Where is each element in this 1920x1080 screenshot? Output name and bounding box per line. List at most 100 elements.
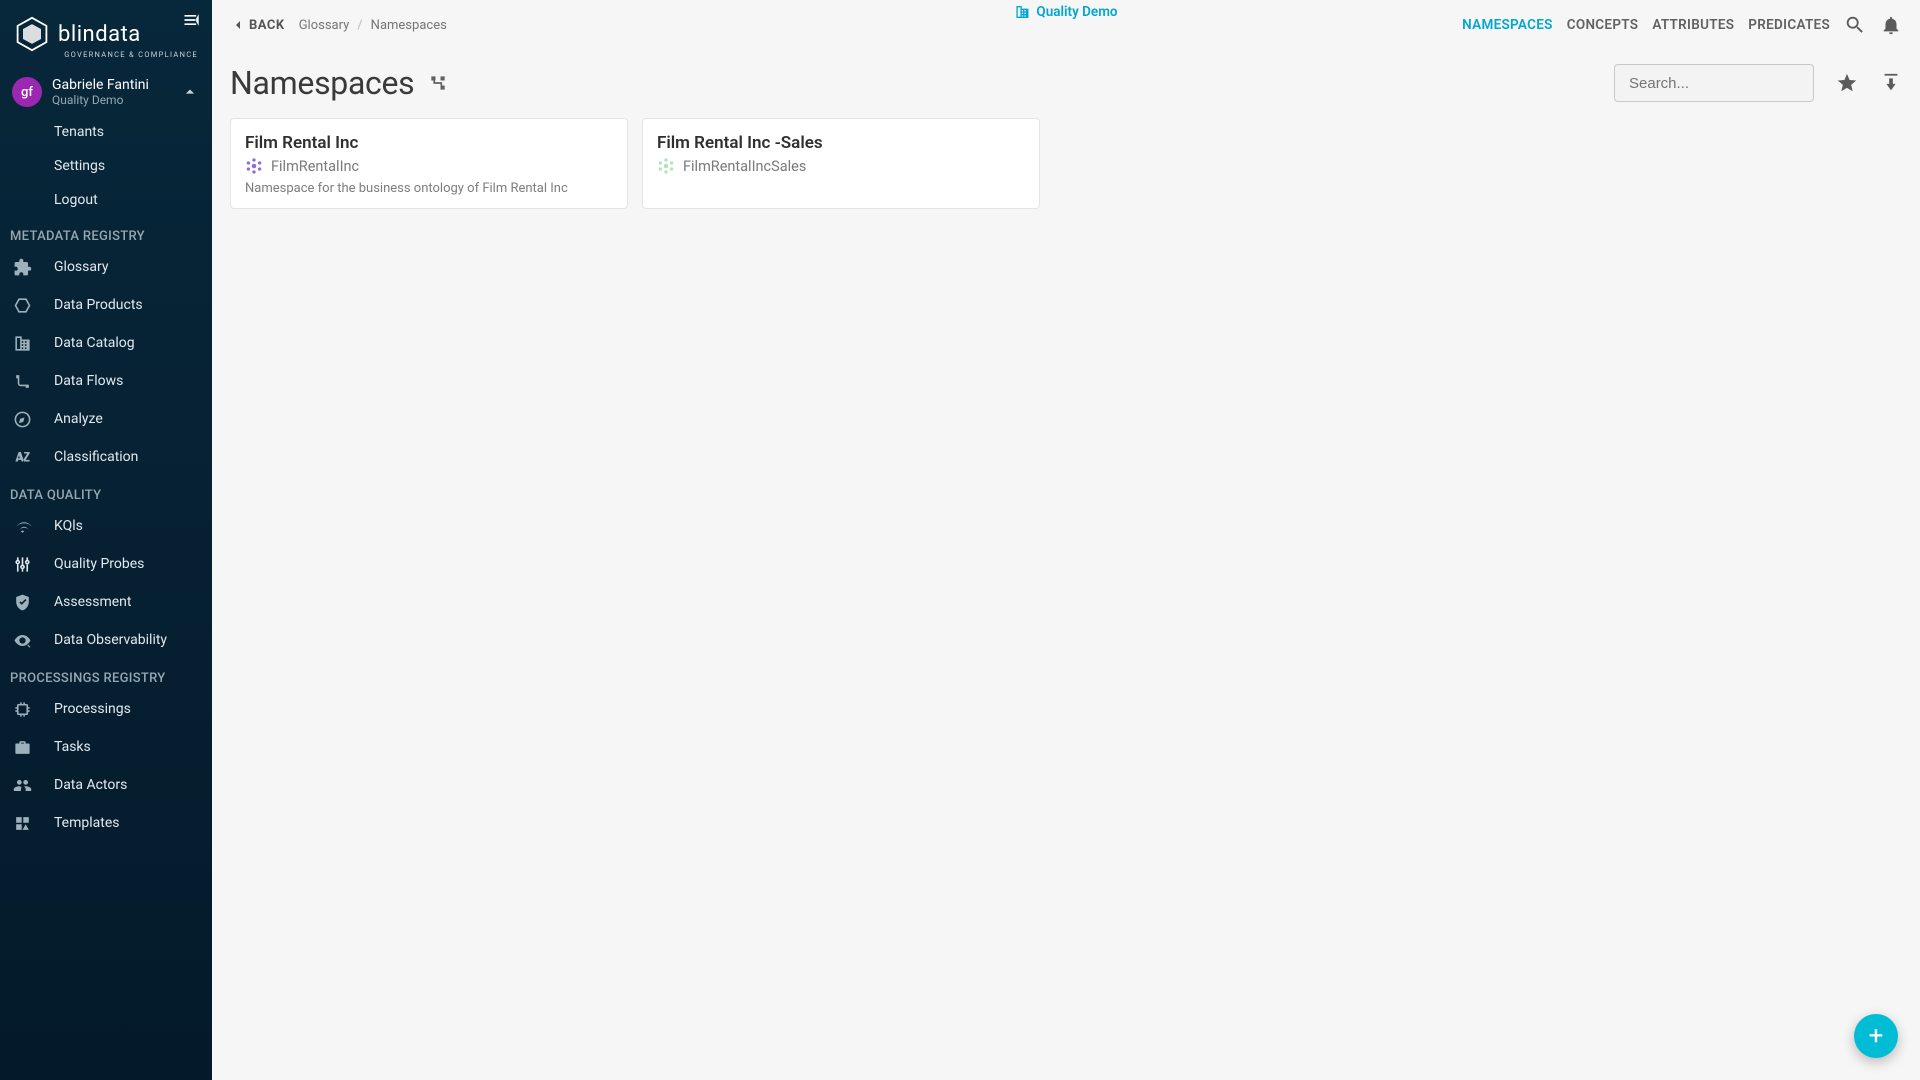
favorite-icon[interactable] xyxy=(1836,72,1858,94)
user-tenant: Quality Demo xyxy=(52,93,149,107)
search-box[interactable] xyxy=(1614,64,1814,102)
sidebar-item-tasks[interactable]: Tasks xyxy=(0,728,212,766)
sidebar-item-assessment[interactable]: Assessment xyxy=(0,583,212,621)
avatar: gf xyxy=(12,77,42,107)
nav-label: Data Products xyxy=(54,297,143,313)
section-label: METADATA REGISTRY xyxy=(0,217,212,248)
nav-label: Assessment xyxy=(54,594,131,610)
tune-icon xyxy=(12,554,32,574)
wifi-icon xyxy=(12,516,32,536)
sidebar-item-processings[interactable]: Processings xyxy=(0,690,212,728)
az-icon xyxy=(12,447,32,467)
tenant-badge-label: Quality Demo xyxy=(1036,4,1117,20)
templates-icon xyxy=(12,813,32,833)
sidebar-item-data-products[interactable]: Data Products xyxy=(0,286,212,324)
topnav-concepts[interactable]: CONCEPTS xyxy=(1567,17,1639,33)
namespace-hash-icon xyxy=(245,157,263,175)
nav-label: Data Flows xyxy=(54,373,123,389)
card-id: FilmRentalIncSales xyxy=(683,158,806,175)
chip-icon xyxy=(12,699,32,719)
people-icon xyxy=(12,775,32,795)
sidebar-item-kqls[interactable]: KQls xyxy=(0,507,212,545)
namespace-hash-icon xyxy=(657,157,675,175)
topbar: BACK Glossary / Namespaces Quality Demo … xyxy=(212,0,1920,46)
sidebar-item-classification[interactable]: Classification xyxy=(0,438,212,476)
topnav-namespaces[interactable]: NAMESPACES xyxy=(1462,17,1553,33)
user-name: Gabriele Fantini xyxy=(52,77,149,93)
namespace-card[interactable]: Film Rental Inc FilmRentalInc Namespace fo… xyxy=(230,118,628,209)
observe-icon xyxy=(12,630,32,650)
card-title: Film Rental Inc -Sales xyxy=(657,133,1025,153)
user-menu-logout[interactable]: Logout xyxy=(54,183,212,217)
nav-label: Classification xyxy=(54,449,138,465)
breadcrumb: Glossary / Namespaces xyxy=(299,18,447,33)
search-input[interactable] xyxy=(1629,75,1828,92)
tenant-badge[interactable]: Quality Demo xyxy=(1014,4,1117,20)
brand-name: blindata xyxy=(58,22,141,47)
crumb-namespaces[interactable]: Namespaces xyxy=(371,18,447,33)
fab-add-button[interactable]: + xyxy=(1854,1014,1898,1058)
nav-label: Processings xyxy=(54,701,131,717)
nav-label: Settings xyxy=(54,158,105,174)
nav-label: Analyze xyxy=(54,411,103,427)
page-header: Namespaces xyxy=(212,46,1920,106)
sidebar-item-data-flows[interactable]: Data Flows xyxy=(0,362,212,400)
sidebar: blindata GOVERNANCE & COMPLIANCE gf Gabr… xyxy=(0,0,212,1080)
flow-icon xyxy=(12,371,32,391)
nav-label: Data Catalog xyxy=(54,335,135,351)
main-content: BACK Glossary / Namespaces Quality Demo … xyxy=(212,0,1920,1080)
crumb-glossary[interactable]: Glossary xyxy=(299,18,350,33)
nav-label: Templates xyxy=(54,815,120,831)
cards-container: Film Rental Inc FilmRentalInc Namespace fo… xyxy=(212,106,1920,221)
hexagon-icon xyxy=(12,295,32,315)
compass-icon xyxy=(12,409,32,429)
topnav-predicates[interactable]: PREDICATES xyxy=(1748,17,1830,33)
nav-label: KQls xyxy=(54,518,83,534)
brand-block: blindata GOVERNANCE & COMPLIANCE xyxy=(0,0,212,69)
fab-label: + xyxy=(1869,1021,1884,1051)
sidebar-item-analyze[interactable]: Analyze xyxy=(0,400,212,438)
namespace-card[interactable]: Film Rental Inc -Sales FilmRentalIncSales xyxy=(642,118,1040,209)
nav-label: Tasks xyxy=(54,739,91,755)
notifications-icon[interactable] xyxy=(1880,14,1902,36)
sidebar-item-quality-probes[interactable]: Quality Probes xyxy=(0,545,212,583)
brand-tagline: GOVERNANCE & COMPLIANCE xyxy=(58,50,198,59)
nav-label: Data Observability xyxy=(54,632,167,648)
download-icon[interactable] xyxy=(1880,72,1902,94)
nav-label: Glossary xyxy=(54,259,108,275)
sidebar-item-templates[interactable]: Templates xyxy=(0,804,212,842)
briefcase-icon xyxy=(12,737,32,757)
nav-label: Tenants xyxy=(54,124,104,140)
card-title: Film Rental Inc xyxy=(245,133,613,153)
domain-icon xyxy=(1014,4,1030,20)
page-title: Namespaces xyxy=(230,64,414,102)
tree-view-icon[interactable] xyxy=(428,73,448,93)
section-label: DATA QUALITY xyxy=(0,476,212,507)
brand-logo-icon xyxy=(14,16,50,52)
user-block[interactable]: gf Gabriele Fantini Quality Demo xyxy=(0,69,212,115)
puzzle-icon xyxy=(12,257,32,277)
topnav-attributes[interactable]: ATTRIBUTES xyxy=(1652,17,1734,33)
back-label: BACK xyxy=(249,18,285,33)
shield-icon xyxy=(12,592,32,612)
sidebar-item-data-observability[interactable]: Data Observability xyxy=(0,621,212,659)
section-label: PROCESSINGS REGISTRY xyxy=(0,659,212,690)
sidebar-item-data-actors[interactable]: Data Actors xyxy=(0,766,212,804)
nav-label: Data Actors xyxy=(54,777,127,793)
menu-collapse-icon[interactable] xyxy=(182,10,202,30)
user-menu-settings[interactable]: Settings xyxy=(54,149,212,183)
sidebar-item-glossary[interactable]: Glossary xyxy=(0,248,212,286)
nav-label: Quality Probes xyxy=(54,556,144,572)
nav-label: Logout xyxy=(54,192,98,208)
top-nav: NAMESPACES CONCEPTS ATTRIBUTES PREDICATES xyxy=(1462,14,1902,36)
chevron-up-icon xyxy=(180,82,200,102)
crumb-separator: / xyxy=(357,18,362,33)
card-description: Namespace for the business ontology of F… xyxy=(245,181,613,196)
global-search-icon[interactable] xyxy=(1844,14,1866,36)
domain-icon xyxy=(12,333,32,353)
back-button[interactable]: BACK xyxy=(230,17,285,33)
chevron-left-icon xyxy=(230,17,246,33)
user-menu-tenants[interactable]: Tenants xyxy=(54,115,212,149)
sidebar-item-data-catalog[interactable]: Data Catalog xyxy=(0,324,212,362)
card-id: FilmRentalInc xyxy=(271,158,359,175)
